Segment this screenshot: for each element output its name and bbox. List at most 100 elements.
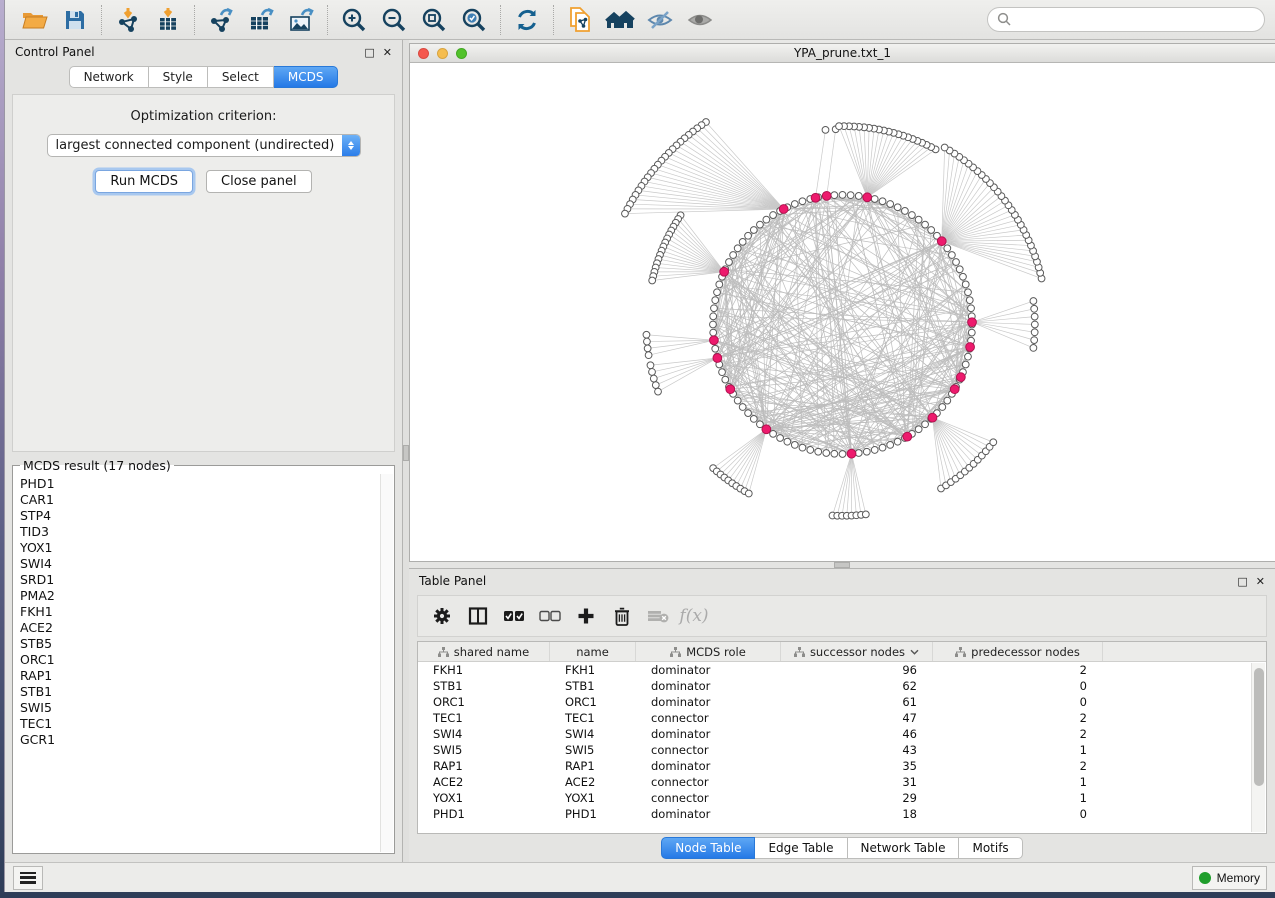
table-scrollbar[interactable] <box>1251 663 1265 832</box>
scrollbar-thumb[interactable] <box>1254 668 1264 786</box>
uncheck-all-columns-button[interactable] <box>534 600 566 632</box>
ring-node[interactable] <box>939 404 946 411</box>
ring-node[interactable] <box>902 208 909 215</box>
result-item[interactable]: STB1 <box>20 684 380 700</box>
column-header-name[interactable]: name <box>550 642 636 661</box>
ring-node[interactable] <box>726 259 733 266</box>
mcds-hub-node[interactable] <box>822 191 831 200</box>
result-item[interactable]: ORC1 <box>20 652 380 668</box>
zoom-in-button[interactable] <box>334 3 374 37</box>
leaf-node[interactable] <box>941 144 948 151</box>
tab-select[interactable]: Select <box>208 66 274 88</box>
run-mcds-button[interactable]: Run MCDS <box>95 170 193 193</box>
mcds-hub-node[interactable] <box>966 343 975 352</box>
ring-node[interactable] <box>711 305 718 312</box>
ring-node[interactable] <box>831 450 838 457</box>
ring-node[interactable] <box>968 329 975 336</box>
splitter-grip[interactable] <box>403 445 409 461</box>
leaf-node[interactable] <box>1031 305 1038 312</box>
export-table-button[interactable] <box>241 3 281 37</box>
column-header-successor-nodes[interactable]: successor nodes <box>781 642 933 661</box>
leaf-node[interactable] <box>1031 313 1038 320</box>
leaf-node[interactable] <box>1030 345 1037 352</box>
table-row[interactable]: SWI5SWI5connector431 <box>418 742 1266 758</box>
ring-node[interactable] <box>710 313 717 320</box>
ring-node[interactable] <box>962 281 969 288</box>
result-item[interactable]: ACE2 <box>20 620 380 636</box>
result-item[interactable]: SWI4 <box>20 556 380 572</box>
refresh-view-button[interactable] <box>507 3 547 37</box>
ring-node[interactable] <box>968 305 975 312</box>
tab-node-table[interactable]: Node Table <box>661 837 755 859</box>
ring-node[interactable] <box>763 216 770 223</box>
mcds-hub-node[interactable] <box>956 373 965 382</box>
leaf-node[interactable] <box>649 369 656 376</box>
ring-node[interactable] <box>922 221 929 228</box>
show-all-button[interactable] <box>680 3 720 37</box>
leaf-node[interactable] <box>652 382 659 389</box>
leaf-node[interactable] <box>622 210 629 217</box>
leaf-node[interactable] <box>647 362 654 369</box>
ring-node[interactable] <box>887 442 894 449</box>
ring-node[interactable] <box>757 221 764 228</box>
close-panel-icon[interactable]: ✕ <box>1256 576 1265 587</box>
result-item[interactable]: GCR1 <box>20 732 380 748</box>
tab-mcds[interactable]: MCDS <box>274 66 339 88</box>
ring-node[interactable] <box>739 404 746 411</box>
ring-node[interactable] <box>750 227 757 234</box>
ring-node[interactable] <box>928 227 935 234</box>
leaf-node[interactable] <box>650 375 657 382</box>
ring-node[interactable] <box>863 448 870 455</box>
import-table-button[interactable] <box>148 3 188 37</box>
ring-node[interactable] <box>719 369 726 376</box>
ring-node[interactable] <box>745 232 752 239</box>
ring-node[interactable] <box>791 201 798 208</box>
leaf-node[interactable] <box>655 388 662 395</box>
column-header-predecessor-nodes[interactable]: predecessor nodes <box>933 642 1103 661</box>
hide-selected-button[interactable] <box>640 3 680 37</box>
ring-node[interactable] <box>734 245 741 252</box>
open-session-button[interactable] <box>15 3 55 37</box>
ring-node[interactable] <box>879 198 886 205</box>
ring-node[interactable] <box>847 192 854 199</box>
clone-network-button[interactable] <box>560 3 600 37</box>
ring-node[interactable] <box>745 410 752 417</box>
mcds-hub-node[interactable] <box>811 193 820 202</box>
export-image-button[interactable] <box>281 3 321 37</box>
ring-node[interactable] <box>871 196 878 203</box>
ring-node[interactable] <box>710 329 717 336</box>
result-list-scrollbar[interactable] <box>380 474 393 852</box>
column-header-MCDS-role[interactable]: MCDS role <box>636 642 781 661</box>
ring-node[interactable] <box>734 397 741 404</box>
ring-node[interactable] <box>922 421 929 428</box>
ring-node[interactable] <box>909 212 916 219</box>
ring-node[interactable] <box>966 297 973 304</box>
save-session-button[interactable] <box>55 3 95 37</box>
tab-network-table[interactable]: Network Table <box>848 837 960 859</box>
leaf-node[interactable] <box>745 490 752 497</box>
network-canvas[interactable] <box>410 63 1275 561</box>
result-item[interactable]: SWI5 <box>20 700 380 716</box>
horizontal-splitter[interactable] <box>409 562 1275 568</box>
splitter-grip[interactable] <box>834 562 850 568</box>
tab-motifs[interactable]: Motifs <box>959 837 1022 859</box>
leaf-node[interactable] <box>649 277 656 284</box>
leaf-node[interactable] <box>1030 298 1037 305</box>
table-row[interactable]: ACE2ACE2connector311 <box>418 774 1266 790</box>
result-item[interactable]: SRD1 <box>20 572 380 588</box>
result-item[interactable]: TEC1 <box>20 716 380 732</box>
close-panel-button[interactable]: Close panel <box>206 170 312 193</box>
mcds-hub-node[interactable] <box>968 318 977 327</box>
leaf-node[interactable] <box>645 352 652 359</box>
table-row[interactable]: PHD1PHD1dominator180 <box>418 806 1266 822</box>
ring-node[interactable] <box>807 447 814 454</box>
table-row[interactable]: STB1STB1dominator620 <box>418 678 1266 694</box>
table-row[interactable]: ORC1ORC1dominator610 <box>418 694 1266 710</box>
float-panel-icon[interactable]: □ <box>1237 576 1247 587</box>
ring-node[interactable] <box>855 193 862 200</box>
result-item[interactable]: TID3 <box>20 524 380 540</box>
result-item[interactable]: PHD1 <box>20 476 380 492</box>
result-item[interactable]: FKH1 <box>20 604 380 620</box>
leaf-node[interactable] <box>1031 337 1038 344</box>
ring-node[interactable] <box>962 361 969 368</box>
